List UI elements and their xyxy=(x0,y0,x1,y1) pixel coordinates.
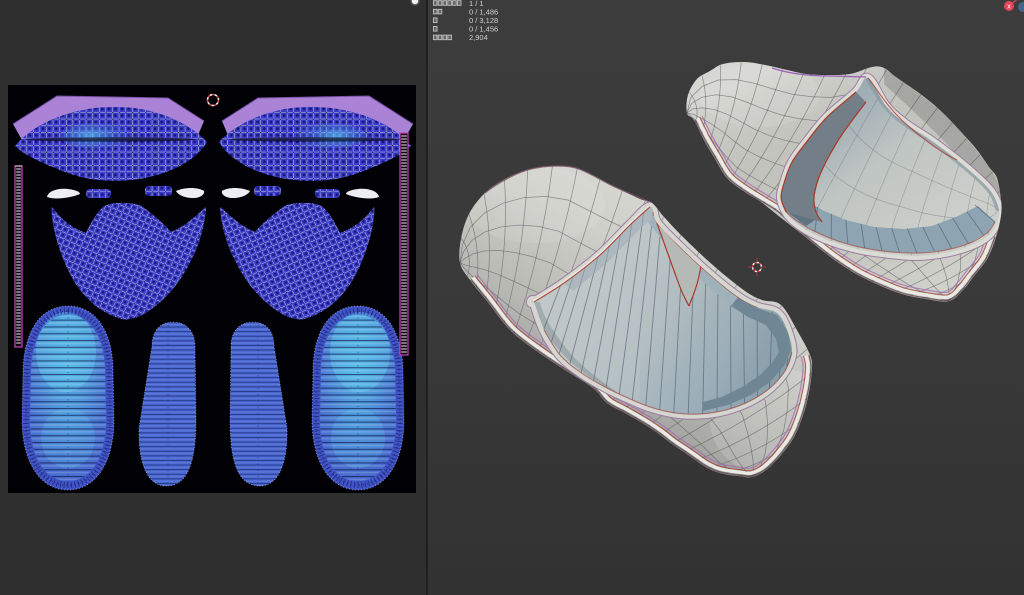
svg-text:x: x xyxy=(1007,4,1011,11)
svg-text:2,904: 2,904 xyxy=(469,33,488,42)
